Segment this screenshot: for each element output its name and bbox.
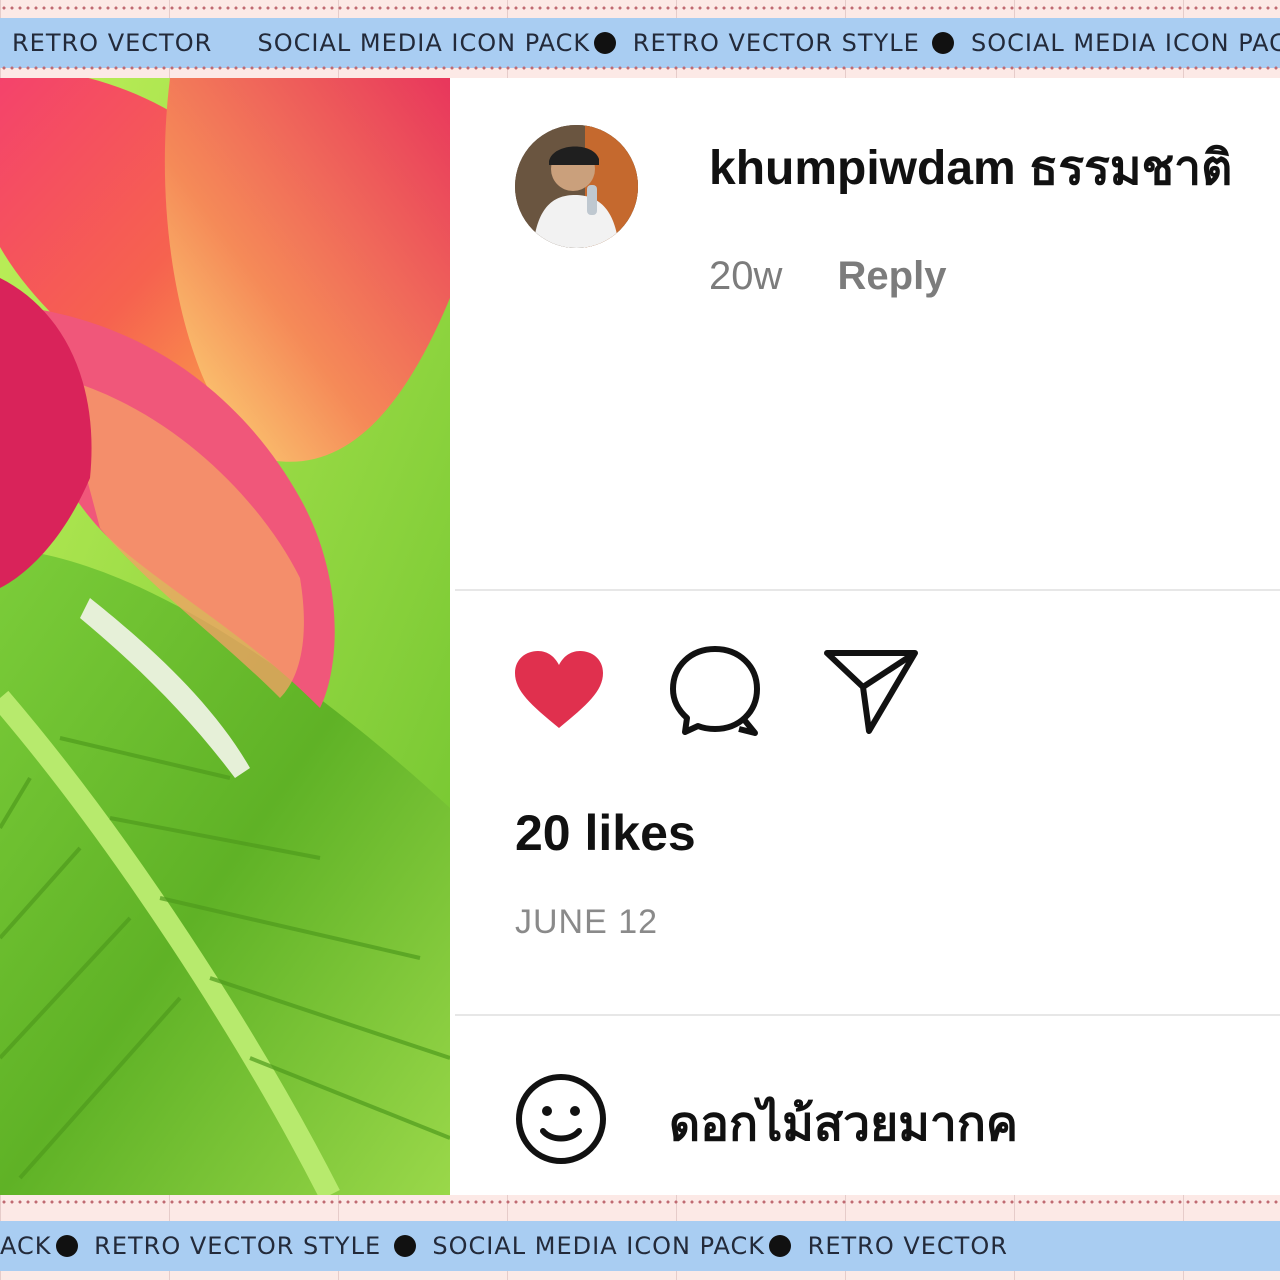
bullet-dot xyxy=(769,1235,791,1257)
reply-button[interactable]: Reply xyxy=(838,254,947,298)
avatar[interactable] xyxy=(515,125,638,248)
smiley-face-icon xyxy=(516,1074,606,1164)
comment-button[interactable] xyxy=(667,643,763,739)
banner-text: RETRO VECTOR xyxy=(12,29,213,57)
post-date: JUNE 12 xyxy=(515,903,659,941)
banner-text: SOCIAL MEDIA ICON PACK xyxy=(257,29,591,57)
dotted-border xyxy=(0,66,1280,70)
banner-text: SOCIAL MEDIA ICON PACK xyxy=(971,29,1280,57)
timestamp: 20w xyxy=(709,254,783,298)
username[interactable]: khumpiwdam ธรรมชาติ xyxy=(709,130,1232,206)
bullet-dot xyxy=(932,32,955,54)
banner-text: RETRO VECTOR STYLE xyxy=(632,29,920,57)
dotted-border xyxy=(0,6,1280,10)
like-button[interactable] xyxy=(511,643,607,739)
post-photo[interactable] xyxy=(0,78,450,1195)
banner-text: SOCIAL MEDIA ICON PACK xyxy=(432,1232,765,1260)
emoji-button[interactable] xyxy=(513,1071,609,1167)
flower-image xyxy=(0,78,450,1195)
comment-input[interactable] xyxy=(667,1088,1231,1160)
banner-text: ACK xyxy=(0,1232,52,1260)
bullet-dot xyxy=(594,32,617,54)
comment-meta: 20w Reply xyxy=(709,254,946,299)
dotted-border xyxy=(0,1200,1280,1204)
comment-bubble-icon xyxy=(670,646,760,736)
send-paper-plane-icon xyxy=(824,650,918,734)
post-details: khumpiwdam ธรรมชาติ 20w Reply 20 likes J… xyxy=(455,78,1280,1195)
bullet-dot xyxy=(55,1235,78,1257)
share-button[interactable] xyxy=(823,643,919,739)
avatar-image xyxy=(515,125,638,248)
bullet-dot xyxy=(393,1235,416,1257)
likes-count[interactable]: 20 likes xyxy=(515,804,696,862)
divider xyxy=(455,1014,1280,1016)
banner-text: RETRO VECTOR xyxy=(807,1232,1008,1260)
post-card: khumpiwdam ธรรมชาติ 20w Reply 20 likes J… xyxy=(0,78,1280,1195)
banner-text: RETRO VECTOR STYLE xyxy=(94,1232,382,1260)
top-banner: RETRO VECTOR SOCIAL MEDIA ICON PACK RETR… xyxy=(0,18,1280,68)
divider xyxy=(455,589,1280,591)
heart-icon xyxy=(515,651,603,728)
bottom-banner: ACK RETRO VECTOR STYLE SOCIAL MEDIA ICON… xyxy=(0,1221,1280,1271)
